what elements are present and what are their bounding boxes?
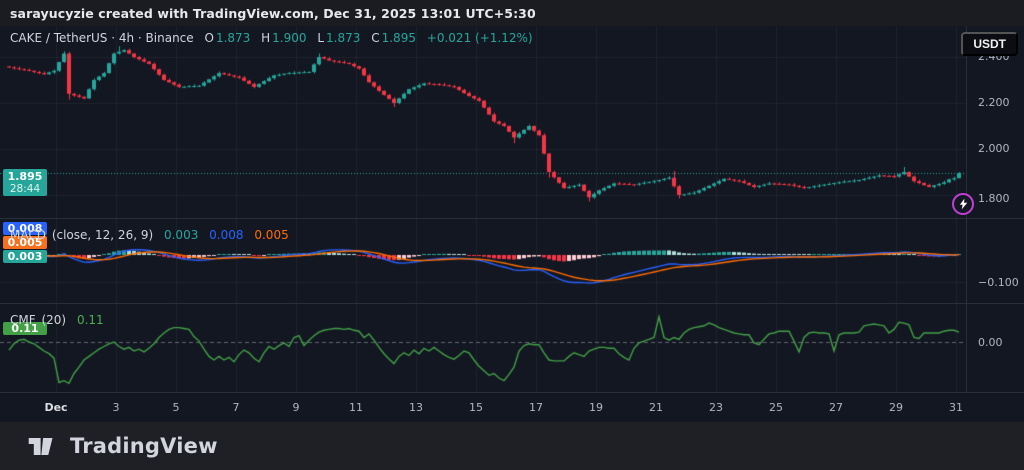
time-axis-label: 21 [649, 393, 663, 422]
time-axis-label: 19 [589, 393, 603, 422]
time-axis-label: 7 [233, 393, 240, 422]
time-axis-label: 17 [529, 393, 543, 422]
low-value: 1.873 [326, 31, 360, 45]
macd-tick-label: −0.100 [978, 276, 1019, 290]
time-axis-label: 3 [113, 393, 120, 422]
lightning-bolt-icon [959, 198, 968, 210]
price-tick-label: 2.200 [978, 96, 1010, 110]
macd-hist-value: 0.003 [164, 228, 198, 242]
attribution-text: sarayucyzie created with TradingView.com… [10, 6, 536, 21]
time-axis-label: Dec [44, 393, 67, 422]
macd-title[interactable]: MACD [10, 228, 46, 242]
time-axis-label: 9 [293, 393, 300, 422]
pane-separator[interactable] [0, 303, 1024, 304]
open-value: 1.873 [216, 31, 250, 45]
macd-legend: MACD (close, 12, 26, 9) 0.003 0.008 0.00… [10, 228, 289, 242]
chart-area[interactable]: CAKE / TetherUS · 4h · Binance O1.873 H1… [0, 26, 1024, 392]
time-axis-label: 31 [949, 393, 963, 422]
cmf-params: (20) [41, 313, 66, 327]
cmf-title[interactable]: CMF [10, 313, 36, 327]
price-tick-label: 1.800 [978, 192, 1010, 206]
branding-bar: TradingView [0, 422, 1024, 470]
macd-line-value: 0.008 [209, 228, 243, 242]
bar-countdown: 28:44 [3, 183, 47, 196]
cmf-legend: CMF (20) 0.11 [10, 313, 104, 327]
last-price-value: 1.895 [3, 170, 47, 183]
chart-canvas[interactable] [0, 26, 966, 392]
time-axis-label: 29 [889, 393, 903, 422]
change-value: +0.021 (+1.12%) [427, 31, 533, 45]
macd-signal-value: 0.005 [254, 228, 288, 242]
instant-trading-icon[interactable] [952, 193, 974, 215]
high-label: H [261, 31, 270, 45]
macd-params: (close, 12, 26, 9) [52, 228, 153, 242]
tradingview-wordmark[interactable]: TradingView [70, 434, 218, 458]
close-label: C [371, 31, 379, 45]
high-value: 1.900 [272, 31, 306, 45]
price-tick-label: 2.000 [978, 142, 1010, 156]
low-label: L [317, 31, 324, 45]
time-axis-label: 15 [469, 393, 483, 422]
macd-hist-badge: 0.003 [3, 250, 47, 263]
currency-toggle-button[interactable]: USDT [961, 32, 1018, 56]
open-label: O [204, 31, 213, 45]
pane-separator[interactable] [0, 218, 1024, 219]
price-scale[interactable]: 2.400 2.200 2.000 1.800 −0.100 0.00 [966, 26, 1024, 392]
time-axis-label: 13 [409, 393, 423, 422]
time-axis-label: 27 [829, 393, 843, 422]
symbol-legend: CAKE / TetherUS · 4h · Binance O1.873 H1… [10, 31, 533, 45]
time-axis-label: 25 [769, 393, 783, 422]
last-price-badge: 1.895 28:44 [3, 169, 47, 196]
time-axis-label: 23 [709, 393, 723, 422]
time-axis-label: 5 [173, 393, 180, 422]
time-axis-label: 11 [349, 393, 363, 422]
cmf-value: 0.11 [77, 313, 104, 327]
time-axis[interactable]: Dec 3 5 7 9 11 13 15 17 19 21 23 25 27 29 31 [0, 392, 1024, 422]
tradingview-logo-icon [27, 434, 61, 459]
cmf-tick-label: 0.00 [978, 336, 1003, 350]
close-value: 1.895 [382, 31, 416, 45]
attribution-bar: sarayucyzie created with TradingView.com… [0, 0, 1024, 26]
symbol-title[interactable]: CAKE / TetherUS · 4h · Binance [10, 31, 194, 45]
